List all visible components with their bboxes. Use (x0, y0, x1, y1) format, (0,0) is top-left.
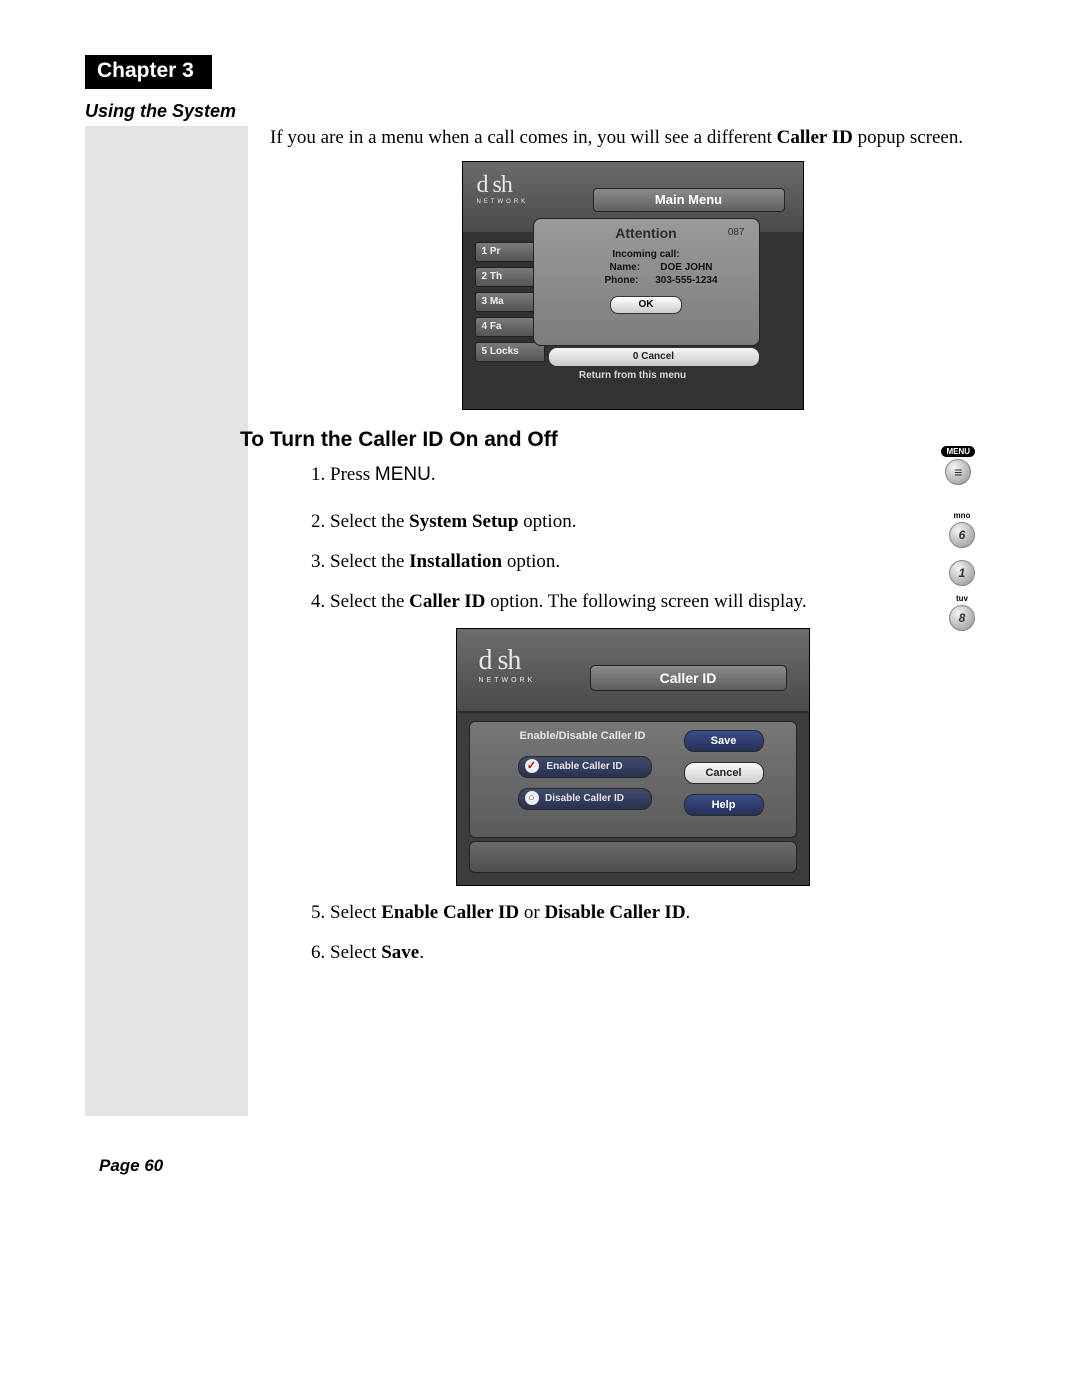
remote-6-icon: 6 (949, 522, 975, 548)
remote-menu-button: MENU (941, 446, 975, 485)
step-5-boldA: Enable Caller ID (381, 902, 519, 923)
step-1-post: . (431, 464, 436, 485)
enable-option-label: Enable Caller ID (546, 761, 622, 772)
screen-title-caller-id: Caller ID (590, 665, 787, 691)
popup-name-line: Name: DOE JOHN (534, 262, 759, 273)
dish-logo: d sh NETWORK (479, 645, 536, 684)
popup-phone-value: 303-555-1234 (655, 275, 717, 286)
page-number: Page 60 (99, 1156, 995, 1176)
radio-icon: ○ (525, 791, 539, 805)
screen-title-main-menu: Main Menu (593, 188, 785, 212)
remote-8-icon: 8 (949, 605, 975, 631)
step-5-post: . (686, 902, 691, 923)
step-1-menu: MENU (375, 464, 431, 485)
remote-tuv-label: tuv (956, 594, 968, 603)
step-6: Select Save. (330, 940, 995, 966)
disable-option-label: Disable Caller ID (545, 793, 624, 804)
left-margin-column (85, 126, 248, 1116)
cancel-button[interactable]: Cancel (684, 762, 764, 784)
tv-screen-main-menu: d sh NETWORK Main Menu 1 Pr 2 Th 3 Ma 4 … (462, 161, 804, 410)
enable-caller-id-option[interactable]: ✓ Enable Caller ID (518, 756, 652, 778)
remote-1-button: 1 (949, 558, 975, 586)
tv-screen-caller-id: d sh NETWORK Caller ID Enable/Disable Ca… (456, 628, 810, 886)
menu-row: 5 Locks (475, 342, 545, 362)
bottom-strip (469, 841, 797, 873)
step-2: Select the System Setup option. (330, 509, 995, 535)
manual-page: Chapter 3 Using the System If you are in… (0, 0, 1080, 1395)
popup-phone-line: Phone: 303-555-1234 (534, 275, 759, 286)
content-column: If you are in a menu when a call comes i… (270, 126, 995, 1116)
remote-6-button: mno 6 (949, 511, 975, 548)
step-2-pre: Select the (330, 511, 409, 532)
remote-menu-icon (945, 459, 971, 485)
popup-name-label: Name: (609, 262, 657, 273)
remote-menu-label: MENU (941, 446, 975, 457)
step-5-mid: or (519, 902, 544, 923)
step-1-pre: Press (330, 464, 375, 485)
step-3: Select the Installation option. (330, 549, 995, 575)
return-hint: Return from this menu (463, 370, 803, 381)
cancel-row[interactable]: 0 Cancel (548, 347, 760, 367)
steps-list: Press MENU. Select the System Setup opti… (270, 462, 995, 615)
step-6-bold: Save (381, 942, 419, 963)
panel-title: Enable/Disable Caller ID (520, 730, 646, 742)
remote-1-icon: 1 (949, 560, 975, 586)
step-6-post: . (419, 942, 424, 963)
popup-title-text: Attention (615, 225, 676, 241)
dish-logo-sub: NETWORK (479, 677, 536, 684)
step-2-bold: System Setup (409, 511, 518, 532)
step-3-bold: Installation (409, 551, 502, 572)
remote-8-button: tuv 8 (949, 594, 975, 631)
check-icon: ✓ (525, 759, 539, 773)
intro-bold: Caller ID (777, 127, 853, 148)
intro-pre: If you are in a menu when a call comes i… (270, 127, 777, 148)
step-6-pre: Select (330, 942, 381, 963)
disable-caller-id-option[interactable]: ○ Disable Caller ID (518, 788, 652, 810)
step-5-boldB: Disable Caller ID (544, 902, 685, 923)
save-button[interactable]: Save (684, 730, 764, 752)
step-2-post: option. (518, 511, 576, 532)
step-4-pre: Select the (330, 591, 409, 612)
step-3-pre: Select the (330, 551, 409, 572)
step-5: Select Enable Caller ID or Disable Calle… (330, 900, 995, 926)
dish-logo-text: d sh (477, 172, 512, 198)
caller-id-panel: Enable/Disable Caller ID ✓ Enable Caller… (469, 721, 797, 838)
popup-ok-button[interactable]: OK (610, 296, 682, 314)
dish-logo-sub: NETWORK (477, 199, 529, 205)
step-4-post: option. The following screen will displa… (485, 591, 806, 612)
popup-code: 087 (728, 227, 745, 238)
step-4-bold: Caller ID (409, 591, 485, 612)
step-5-pre: Select (330, 902, 381, 923)
step-4: Select the Caller ID option. The followi… (330, 589, 995, 615)
dish-logo: d sh NETWORK (477, 172, 529, 205)
caller-id-popup: Attention 087 Incoming call: Name: DOE J… (533, 218, 760, 346)
section-heading: To Turn the Caller ID On and Off (240, 428, 995, 452)
dish-logo-text: d sh (479, 645, 521, 676)
intro-paragraph: If you are in a menu when a call comes i… (270, 126, 995, 151)
help-button[interactable]: Help (684, 794, 764, 816)
step-3-post: option. (502, 551, 560, 572)
popup-incoming-label: Incoming call: (534, 249, 759, 260)
popup-title: Attention 087 (534, 225, 759, 241)
chapter-subtitle: Using the System (85, 101, 995, 122)
popup-name-value: DOE JOHN (660, 262, 712, 273)
intro-post: popup screen. (853, 127, 963, 148)
step-1: Press MENU. (330, 462, 995, 488)
steps-list-continued: Select Enable Caller ID or Disable Calle… (270, 900, 995, 965)
chapter-tab: Chapter 3 (85, 55, 212, 89)
popup-phone-label: Phone: (604, 275, 652, 286)
remote-mno-label: mno (954, 511, 971, 520)
